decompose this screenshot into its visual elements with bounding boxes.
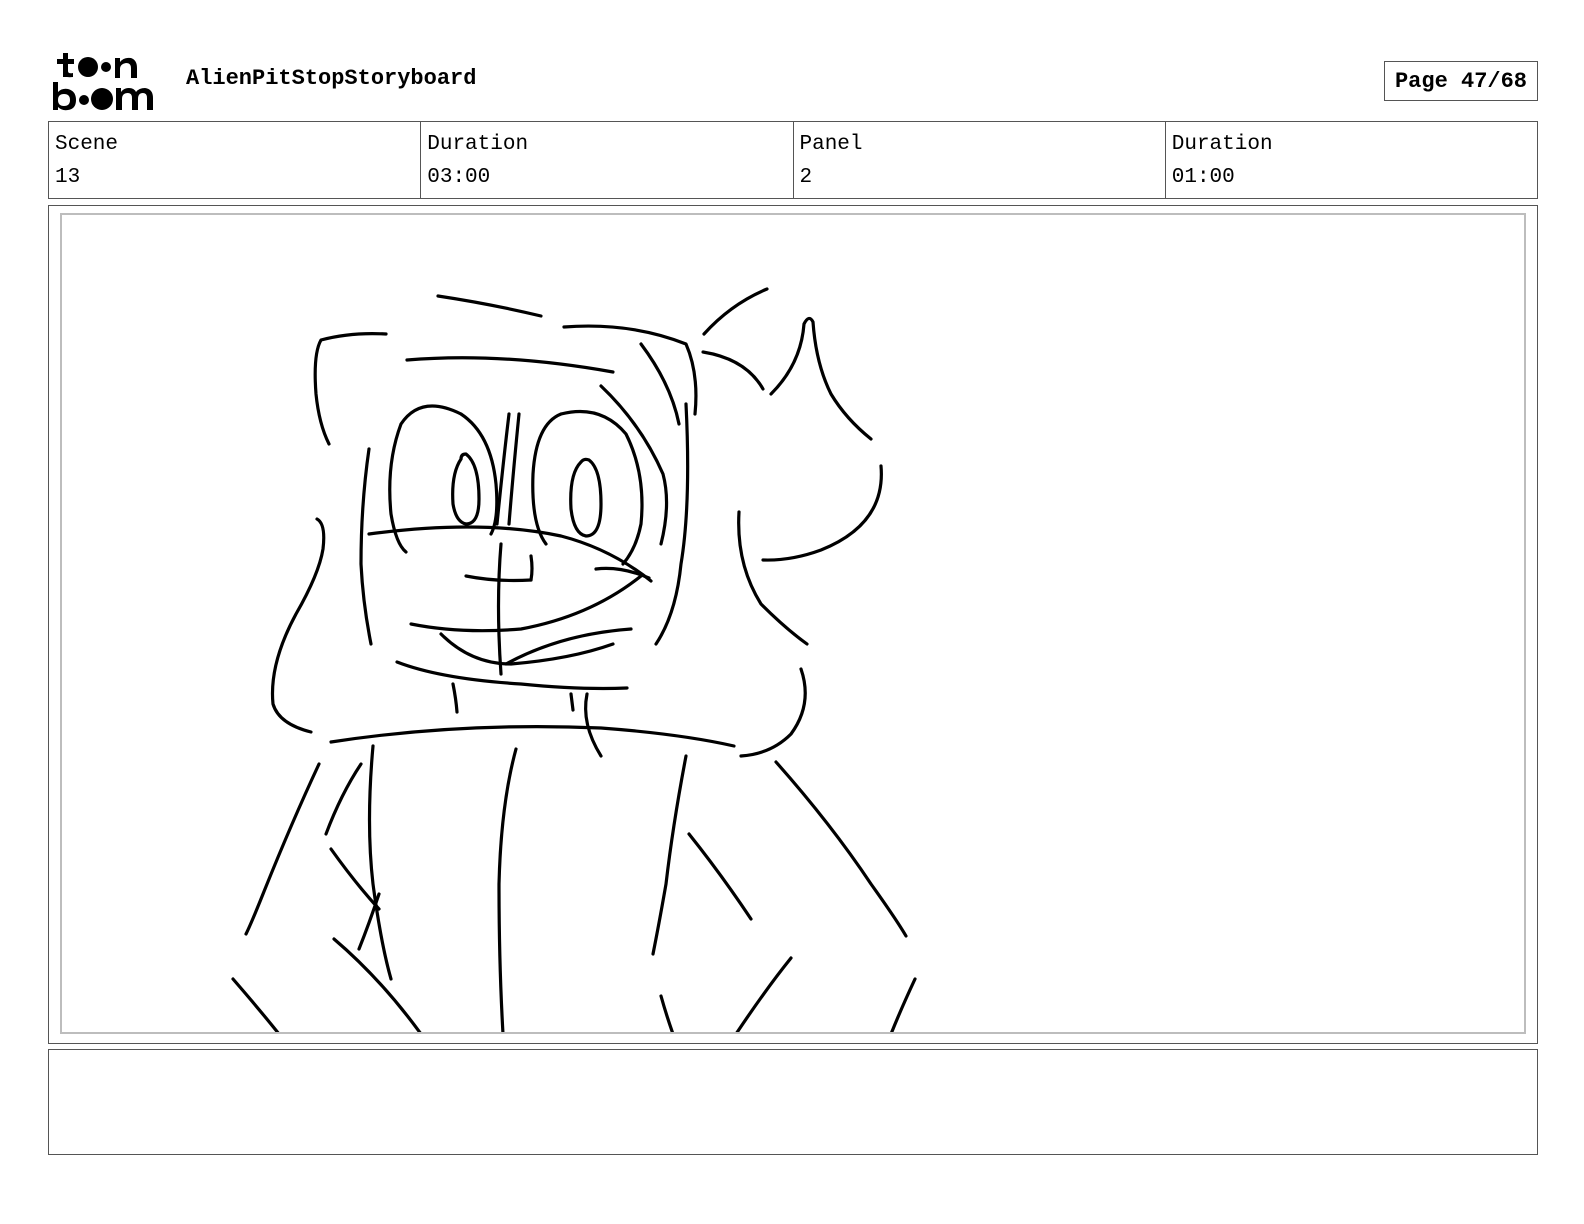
scene-duration-label: Duration bbox=[427, 133, 529, 156]
scene-duration-value: 03:00 bbox=[427, 166, 491, 189]
scene-duration-cell: Duration 03:00 bbox=[421, 122, 794, 198]
panel-cell: Panel 2 bbox=[794, 122, 1166, 198]
panel-duration-value: 01:00 bbox=[1171, 166, 1235, 189]
panel-duration-label: Duration bbox=[1171, 133, 1273, 156]
toon-boom-logo bbox=[51, 50, 165, 112]
panel-info-table: Scene 13 Duration 03:00 Panel 2 Duration… bbox=[48, 121, 1538, 199]
storyboard-panel-image bbox=[60, 213, 1526, 1034]
scene-cell: Scene 13 bbox=[49, 122, 422, 198]
character-sketch bbox=[231, 287, 917, 1032]
storyboard-panel-frame bbox=[48, 205, 1538, 1044]
panel-value: 2 bbox=[799, 166, 813, 189]
page-indicator: Page 47/68 bbox=[1384, 61, 1538, 101]
scene-label: Scene bbox=[55, 133, 119, 156]
scene-value: 13 bbox=[55, 166, 81, 189]
panel-duration-cell: Duration 01:00 bbox=[1166, 122, 1537, 198]
toon-boom-logo-mark bbox=[53, 53, 153, 111]
panel-notes-box bbox=[48, 1049, 1538, 1155]
project-title: AlienPitStopStoryboard bbox=[186, 66, 477, 91]
panel-label: Panel bbox=[799, 133, 863, 156]
